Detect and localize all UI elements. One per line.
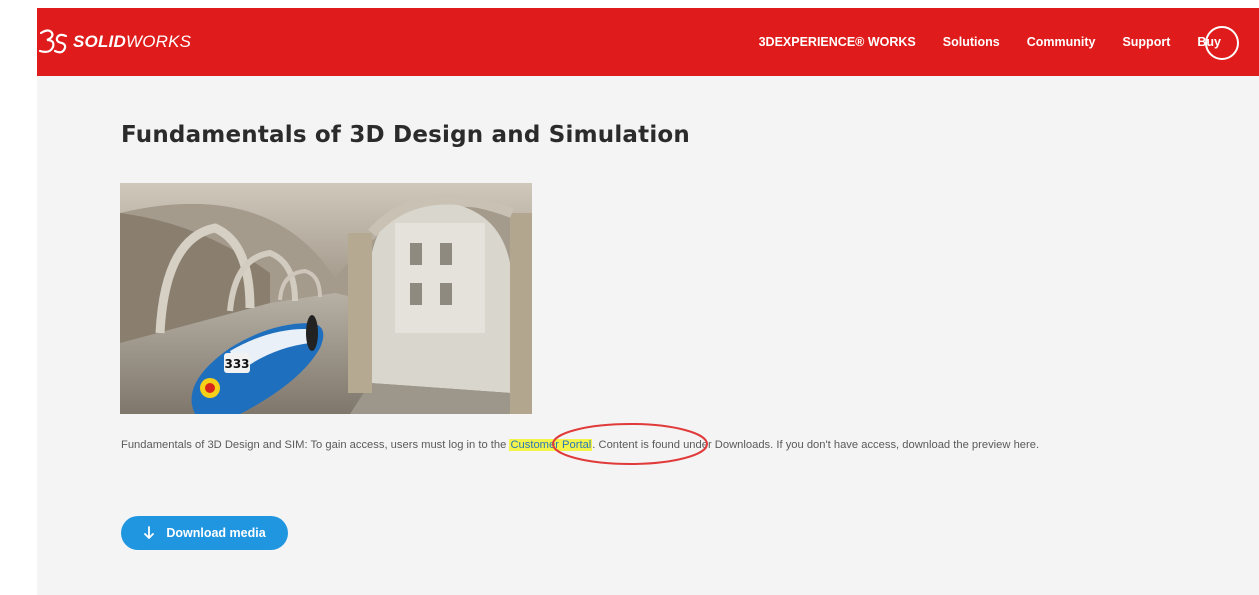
nav-item-community[interactable]: Community (1027, 35, 1096, 49)
circle-icon[interactable] (1205, 26, 1239, 60)
logo-text-bold: SOLID (73, 32, 126, 51)
logo-text-light: WORKS (125, 32, 192, 51)
customer-portal-link[interactable]: Customer Portal (509, 439, 593, 451)
site-header: SOLID WORKS 3DEXPERIENCE® WORKS Solutions… (37, 8, 1259, 76)
description-text: Fundamentals of 3D Design and SIM: To ga… (121, 439, 1039, 451)
nav-item-support[interactable]: Support (1122, 35, 1170, 49)
arrow-down-icon (144, 526, 155, 539)
page: SOLID WORKS 3DEXPERIENCE® WORKS Solutions… (37, 8, 1259, 595)
download-media-button[interactable]: Download media (121, 516, 288, 550)
description-suffix: . Content is found under Downloads. If y… (592, 439, 1040, 451)
car-number: 333 (224, 357, 249, 371)
logo-text: SOLID WORKS (73, 32, 191, 52)
main-nav: 3DEXPERIENCE® WORKS Solutions Community … (732, 8, 1239, 76)
page-title: Fundamentals of 3D Design and Simulation (121, 122, 690, 148)
3ds-logo-icon (38, 29, 68, 54)
download-media-label: Download media (166, 526, 266, 540)
nav-item-3dexperience-works[interactable]: 3DEXPERIENCE® WORKS (759, 35, 916, 49)
hero-image: 333 (120, 183, 532, 414)
nav-item-solutions[interactable]: Solutions (943, 35, 1000, 49)
solidworks-logo[interactable]: SOLID WORKS (37, 25, 197, 59)
description-prefix: Fundamentals of 3D Design and SIM: To ga… (121, 439, 507, 451)
